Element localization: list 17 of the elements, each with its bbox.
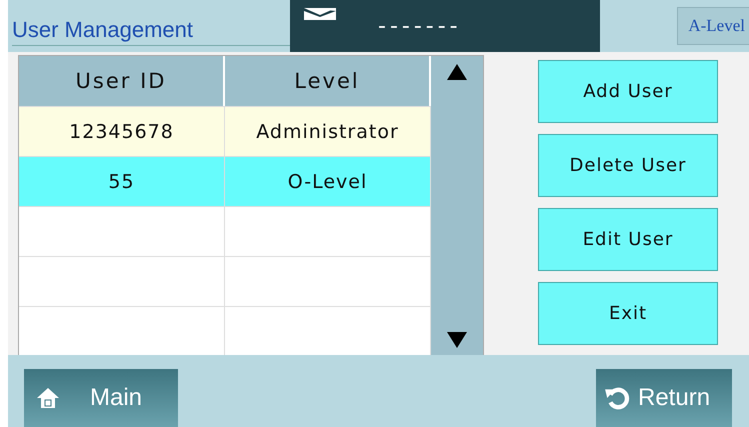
- action-button[interactable]: Exit: [538, 282, 718, 345]
- action-button[interactable]: Delete User: [538, 134, 718, 197]
- table-row[interactable]: 12345678 Administrator: [19, 106, 431, 156]
- home-icon: [36, 386, 60, 410]
- message-text: -------: [378, 14, 462, 38]
- action-button[interactable]: Add User: [538, 60, 718, 123]
- table-row[interactable]: 55 O-Level: [19, 156, 431, 206]
- return-button[interactable]: Return: [596, 369, 732, 427]
- main-button[interactable]: Main: [24, 369, 178, 427]
- level-badge: A-Level: [677, 7, 749, 45]
- action-button[interactable]: Edit User: [538, 208, 718, 271]
- scrollbar[interactable]: [431, 56, 483, 356]
- envelope-icon: [304, 8, 336, 20]
- scroll-down-icon[interactable]: [447, 332, 467, 348]
- scroll-up-icon[interactable]: [447, 64, 467, 80]
- return-icon: [604, 385, 630, 411]
- screen-title: User Management: [12, 17, 290, 46]
